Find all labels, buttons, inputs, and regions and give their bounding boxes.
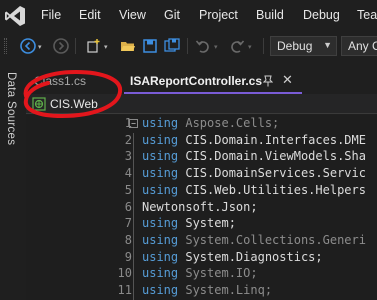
code-line: 10 using System.IO; xyxy=(26,265,377,283)
code-text: using CIS.DomainServices.Servic xyxy=(142,166,366,180)
undo-dropdown-icon[interactable]: ▾ xyxy=(214,43,218,51)
code-line: 2 using CIS.Domain.Interfaces.DME xyxy=(26,132,377,150)
code-content: System.Collections.Generi xyxy=(178,232,366,247)
code-line: 6 Newtonsoft.Json; xyxy=(26,199,377,217)
code-text: using CIS.Web.Utilities.Helpers xyxy=(142,183,366,197)
redo-dropdown-icon[interactable]: ▾ xyxy=(248,43,252,51)
toolbar-separator xyxy=(263,38,264,54)
code-text: using System.Diagnostics; xyxy=(142,250,323,264)
code-line: 5 using CIS.Web.Utilities.Helpers xyxy=(26,182,377,200)
code-content: System.Linq; xyxy=(178,283,273,297)
code-line: 9 using System.Diagnostics; xyxy=(26,249,377,267)
keyword: using xyxy=(142,249,179,264)
code-text: using System; xyxy=(142,216,236,230)
keyword: using xyxy=(142,132,179,147)
code-line: 3 using CIS.Domain.ViewModels.Sha xyxy=(26,148,377,166)
line-number: 2 xyxy=(124,132,132,147)
code-line: 8 using System.Collections.Generi xyxy=(26,232,377,250)
project-navigation-bar[interactable]: CIS.Web xyxy=(26,94,377,114)
menu-bar: File Edit View Git Project Build Debug T… xyxy=(0,0,377,32)
save-all-icon[interactable] xyxy=(163,37,181,55)
line-number: 3 xyxy=(124,149,132,164)
project-name: CIS.Web xyxy=(50,97,98,111)
tab-isareportcontroller[interactable]: ISAReportController.cs ✕ xyxy=(124,72,302,94)
code-text: using CIS.Domain.Interfaces.DME xyxy=(142,133,366,147)
toolbar-separator xyxy=(187,38,188,54)
code-text: Newtonsoft.Json; xyxy=(142,200,258,214)
undo-icon[interactable] xyxy=(194,37,212,55)
collapse-icon[interactable]: − xyxy=(129,119,138,128)
redo-icon[interactable] xyxy=(228,37,246,55)
code-editor[interactable]: 1 − using Aspose.Cells; 2 using CIS.Doma… xyxy=(26,115,377,300)
code-text: using System.Collections.Generi xyxy=(142,233,366,247)
back-dropdown-icon[interactable]: ▾ xyxy=(38,43,42,51)
code-content: System.IO; xyxy=(178,266,258,281)
menu-view[interactable]: View xyxy=(119,8,146,22)
code-content: Newtonsoft.Json; xyxy=(142,199,258,214)
menu-git[interactable]: Git xyxy=(164,8,180,22)
tab-class1[interactable]: Class1.cs xyxy=(34,74,86,88)
code-line: 11 using System.Linq; xyxy=(26,282,377,300)
chevron-down-icon: ▼ xyxy=(323,40,332,50)
project-icon xyxy=(32,97,46,111)
code-content: CIS.Web.Utilities.Helpers xyxy=(178,182,366,197)
code-content: System; xyxy=(178,216,236,231)
line-number: 7 xyxy=(124,216,132,231)
code-text: using System.IO; xyxy=(142,266,258,280)
keyword: using xyxy=(142,232,179,247)
code-content: CIS.Domain.ViewModels.Sha xyxy=(178,149,366,164)
keyword: using xyxy=(142,216,179,231)
code-text: using Aspose.Cells; xyxy=(142,116,279,130)
configuration-dropdown[interactable]: Debug ▼ xyxy=(270,36,337,56)
toolbar-grip[interactable] xyxy=(4,38,7,54)
line-number: 8 xyxy=(124,232,132,247)
menu-debug[interactable]: Debug xyxy=(303,8,340,22)
line-number: 5 xyxy=(124,182,132,197)
line-number: 4 xyxy=(124,166,132,181)
code-content: CIS.DomainServices.Servic xyxy=(178,166,366,181)
toolbar-separator xyxy=(75,38,76,54)
code-line: 4 using CIS.DomainServices.Servic xyxy=(26,165,377,183)
menu-file[interactable]: File xyxy=(41,8,61,22)
forward-icon[interactable] xyxy=(52,37,70,55)
code-text: using CIS.Domain.ViewModels.Sha xyxy=(142,149,366,163)
line-number: 11 xyxy=(117,283,132,297)
line-number: 1 xyxy=(124,116,132,130)
keyword: using xyxy=(142,149,179,164)
visual-studio-logo-icon[interactable] xyxy=(4,5,26,27)
close-icon[interactable]: ✕ xyxy=(282,73,293,88)
menu-edit[interactable]: Edit xyxy=(79,8,101,22)
code-content: CIS.Domain.Interfaces.DME xyxy=(178,132,366,147)
configuration-value: Debug xyxy=(277,39,313,53)
keyword: using xyxy=(142,116,179,130)
menu-build[interactable]: Build xyxy=(256,8,284,22)
document-tab-bar: Class1.cs ISAReportController.cs ✕ xyxy=(26,72,377,94)
toolbar: ▾ ▾ ▾ ▾ Debug ▼ Any C xyxy=(0,32,377,60)
tab-active-label: ISAReportController.cs xyxy=(130,74,263,88)
menu-project[interactable]: Project xyxy=(199,8,238,22)
new-item-dropdown-icon[interactable]: ▾ xyxy=(104,43,108,51)
data-sources-tab[interactable]: Data Sources xyxy=(5,72,17,145)
keyword: using xyxy=(142,182,179,197)
platform-value: Any C xyxy=(348,39,377,53)
code-content: Aspose.Cells; xyxy=(178,116,280,130)
pin-icon[interactable] xyxy=(262,75,274,90)
line-number: 10 xyxy=(117,266,132,281)
code-text: using System.Linq; xyxy=(142,283,272,297)
new-item-icon[interactable] xyxy=(85,37,103,55)
open-folder-icon[interactable] xyxy=(119,37,137,55)
line-number: 9 xyxy=(124,249,132,264)
save-icon[interactable] xyxy=(141,37,159,55)
keyword: using xyxy=(142,266,179,281)
line-number: 6 xyxy=(124,199,132,214)
keyword: using xyxy=(142,166,179,181)
code-content: System.Diagnostics; xyxy=(178,249,323,264)
code-line: 1 − using Aspose.Cells; xyxy=(26,115,377,133)
platform-dropdown[interactable]: Any C xyxy=(341,36,377,56)
menu-team[interactable]: Tea xyxy=(357,8,377,22)
code-line: 7 using System; xyxy=(26,215,377,233)
back-icon[interactable] xyxy=(19,37,37,55)
keyword: using xyxy=(142,283,179,297)
